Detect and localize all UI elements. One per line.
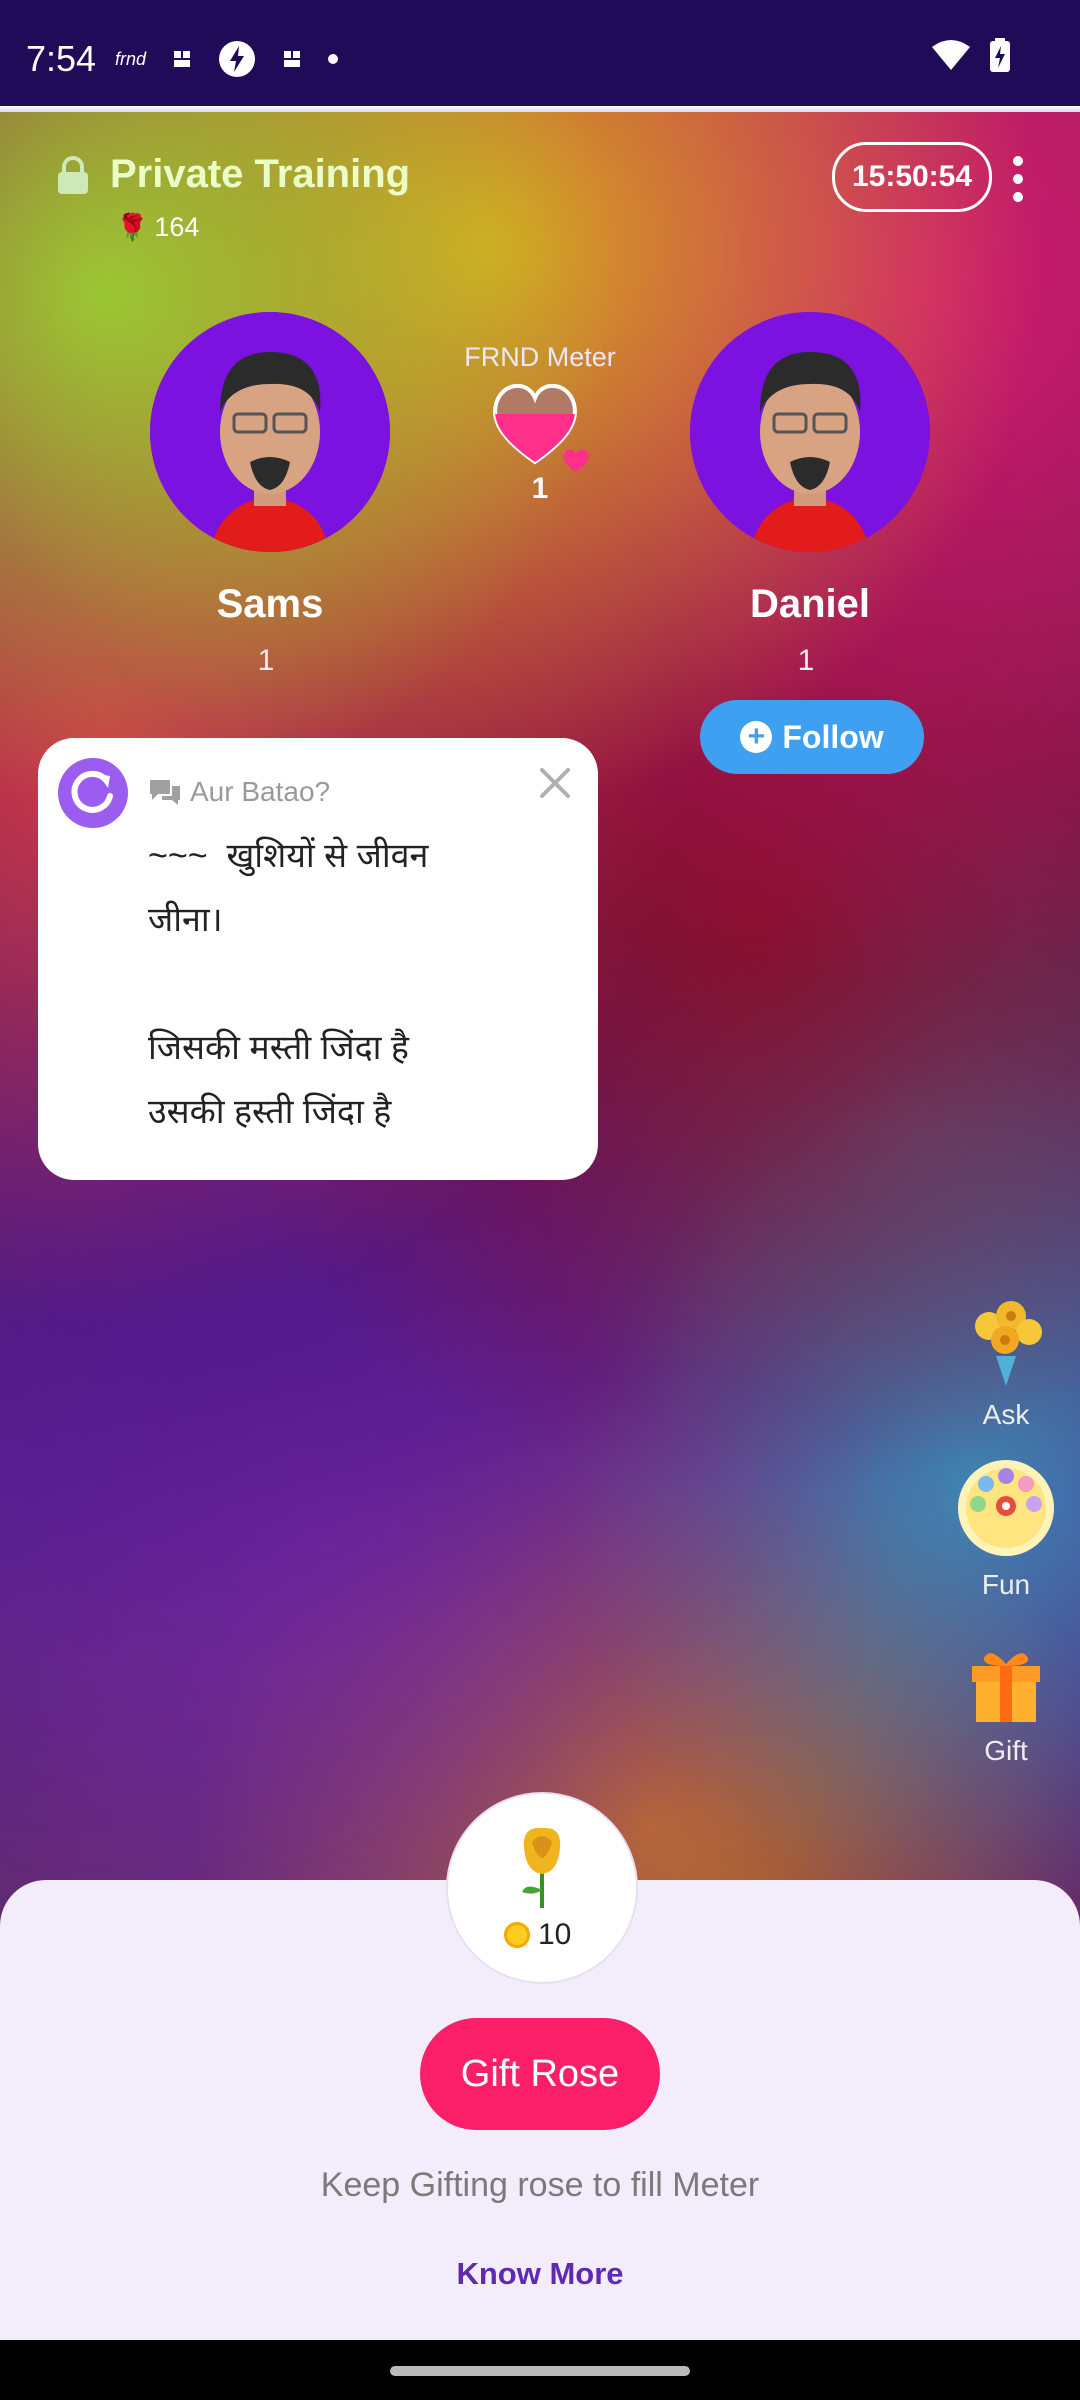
follow-button[interactable]: + Follow [700, 700, 924, 774]
conversation-prompt-card: Aur Batao? ~~~ खुशियों से जीवन जीना। जिस… [38, 738, 598, 1180]
rose-gift-item[interactable] [446, 1792, 638, 1984]
room-rose-count: 🌹 164 [116, 212, 199, 243]
coin-icon [504, 1922, 530, 1948]
frnd-meter-label: FRND Meter [464, 342, 616, 372]
lock-icon [58, 156, 88, 194]
dot-icon [328, 54, 339, 64]
grid-icon [174, 51, 191, 67]
status-bar: 7:54 frnd [0, 0, 1080, 106]
avatar-user-2[interactable] [690, 312, 930, 552]
follow-label: Follow [782, 718, 884, 755]
gift-action[interactable]: Gift [946, 1644, 1066, 1767]
ask-label: Ask [982, 1399, 1030, 1430]
gift-rose-button[interactable]: Gift Rose [420, 2018, 660, 2130]
close-icon[interactable] [538, 766, 572, 800]
rose-price: 10 [504, 1918, 571, 1952]
ask-action[interactable]: Ask [946, 1296, 1066, 1431]
fun-label: Fun [981, 1569, 1031, 1600]
rose-icon [522, 1827, 561, 1908]
battery-icon [990, 38, 1010, 72]
frnd-app-icon: frnd [115, 48, 147, 69]
notification-icons: frnd [115, 40, 339, 78]
grid-icon [284, 51, 301, 67]
rose-icon: 🌹 [116, 212, 149, 242]
rose-price-value: 10 [538, 1918, 572, 1951]
more-options-icon[interactable] [1008, 152, 1028, 204]
chat-bubbles-icon [150, 780, 180, 805]
frnd-meter-count: 1 [531, 472, 549, 505]
refresh-icon[interactable] [58, 758, 128, 828]
user-2-name: Daniel [749, 582, 871, 626]
bolt-icon [219, 41, 256, 77]
avatar-user-1[interactable] [150, 312, 390, 552]
plus-icon: + [740, 721, 773, 753]
chat-topic-label: Aur Batao? [190, 776, 331, 807]
user-1-name: Sams [216, 582, 324, 626]
home-gesture-handle[interactable] [390, 2366, 690, 2376]
flower-bouquet-icon [975, 1301, 1042, 1386]
frnd-meter-heart-icon [493, 383, 589, 472]
status-time: 7:54 [26, 38, 97, 79]
game-balls-icon [958, 1460, 1054, 1556]
user-2-count: 1 [797, 644, 815, 677]
gift-label: Gift [984, 1735, 1028, 1766]
fun-action[interactable]: Fun [946, 1458, 1066, 1601]
wifi-icon [932, 40, 970, 70]
room-timer: 15:50:54 [832, 142, 992, 212]
room-title: Private Training [110, 152, 411, 196]
rose-count-value: 164 [154, 212, 200, 242]
chat-message: ~~~ खुशियों से जीवन जीना। जिसकी मस्ती जि… [148, 837, 429, 1131]
gift-box-icon [972, 1653, 1040, 1722]
gift-hint: Keep Gifting rose to fill Meter [320, 2166, 760, 2204]
chat-topic: Aur Batao? [148, 776, 330, 808]
user-1-count: 1 [257, 644, 275, 677]
know-more-link[interactable]: Know More [0, 2256, 1080, 2292]
